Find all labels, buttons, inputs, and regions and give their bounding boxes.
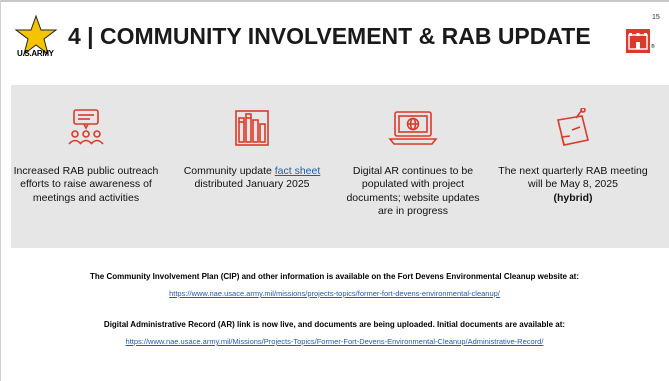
highlight-digital-ar-text: Digital AR continues to be populated wit…: [346, 165, 480, 217]
highlight-next-meeting-text: The next quarterly RAB meeting will be M…: [498, 165, 648, 205]
factsheet-text-prefix: Community update: [183, 165, 275, 177]
meeting-hybrid-label: (hybrid): [553, 191, 593, 204]
fact-sheet-link[interactable]: fact sheet: [275, 165, 321, 177]
binders-icon: [235, 110, 269, 146]
highlight-factsheet-text: Community update fact sheet distributed …: [177, 165, 327, 192]
calendar-note-icon: [557, 108, 589, 146]
engineer-castle-icon: [626, 29, 650, 53]
laptop-globe-icon: [388, 111, 438, 145]
registered-mark: ®: [651, 44, 655, 50]
ar-info-text: Digital Administrative Record (AR) link …: [103, 320, 566, 329]
meeting-text: The next quarterly RAB meeting will be M…: [498, 165, 648, 191]
highlight-outreach-text: Increased RAB public outreach efforts to…: [13, 165, 159, 204]
army-wordmark: U.S.ARMY: [17, 49, 54, 58]
highlights-band: Increased RAB public outreach efforts to…: [11, 85, 669, 248]
factsheet-text-suffix: distributed January 2025: [194, 178, 310, 191]
cip-website-link[interactable]: https://www.nae.usace.army.mil/missions/…: [0, 289, 669, 298]
ar-website-link[interactable]: https://www.nae.usace.army.mil/Missions/…: [0, 337, 669, 346]
page-title: 4 | COMMUNITY INVOLVEMENT & RAB UPDATE: [68, 23, 591, 49]
top-divider: [0, 0, 669, 2]
page-number: 15: [652, 14, 660, 21]
cip-info-text: The Community Involvement Plan (CIP) and…: [90, 272, 579, 281]
meeting-speech-icon: [68, 109, 104, 145]
